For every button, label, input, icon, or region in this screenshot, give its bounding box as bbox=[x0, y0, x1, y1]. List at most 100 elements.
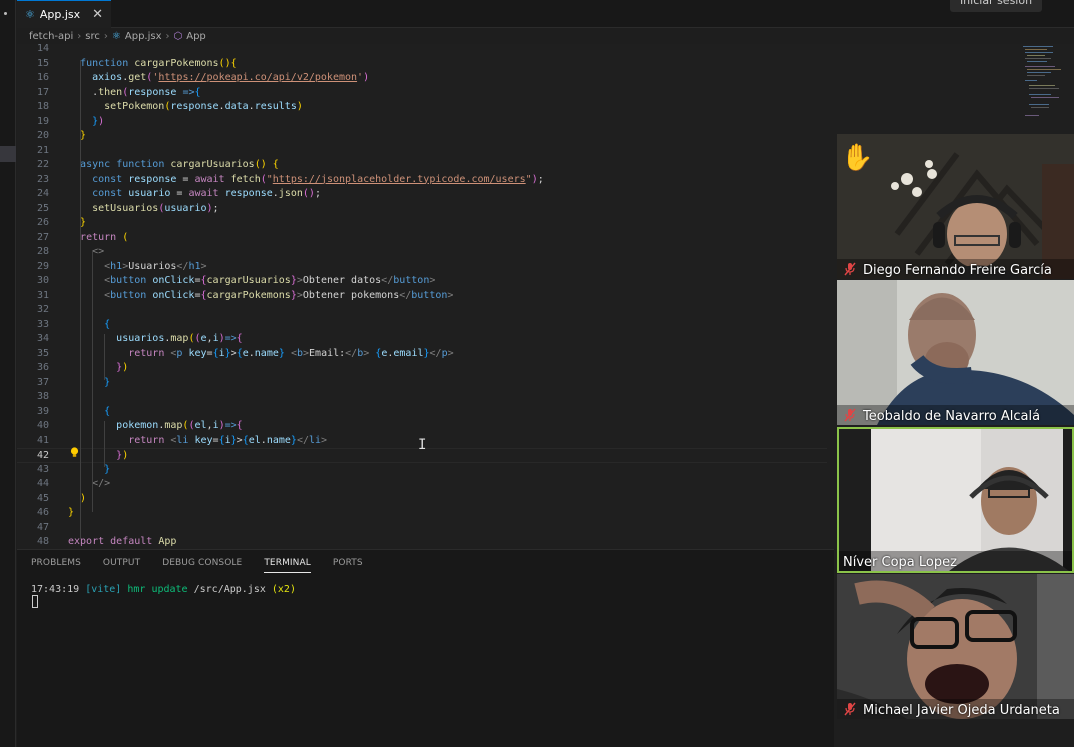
code-line[interactable]: 40 pokemon.map((el,i)=>{ bbox=[17, 419, 827, 434]
tab-terminal[interactable]: TERMINAL bbox=[264, 558, 311, 573]
code-line[interactable]: 27 return ( bbox=[17, 231, 827, 246]
breadcrumb-folder[interactable]: fetch-api bbox=[29, 31, 73, 42]
more-icon[interactable] bbox=[4, 12, 7, 15]
code-line[interactable]: 44 </> bbox=[17, 477, 827, 492]
terminal-count: (x2) bbox=[271, 584, 296, 595]
breadcrumb: fetch-api › src › ⚛ App.jsx › ⬡ App bbox=[17, 28, 834, 44]
code-line[interactable]: 38 bbox=[17, 390, 827, 405]
code-text: const response = await fetch("https://js… bbox=[92, 173, 544, 185]
code-line[interactable]: 29 <h1>Usuarios</h1> bbox=[17, 260, 827, 275]
code-text: <button onClick={cargarUsuarios}>Obtener… bbox=[104, 275, 436, 286]
code-line[interactable]: 37 } bbox=[17, 376, 827, 391]
code-text: { bbox=[104, 405, 111, 417]
mouse-cursor-icon: I bbox=[418, 437, 427, 453]
participant-tile[interactable]: Teobaldo de Navarro Alcalá bbox=[837, 280, 1074, 425]
terminal-event: hmr update bbox=[127, 584, 188, 595]
terminal-output[interactable]: 17:43:19 [vite] hmr update /src/App.jsx … bbox=[31, 583, 296, 596]
code-line[interactable]: 45 ) bbox=[17, 492, 827, 507]
line-number: 35 bbox=[36, 347, 49, 359]
line-number: 31 bbox=[36, 289, 49, 301]
sign-in-button[interactable]: Iniciar sesión bbox=[950, 0, 1042, 12]
tab-problems[interactable]: PROBLEMS bbox=[31, 558, 81, 573]
code-line[interactable]: 33 { bbox=[17, 318, 827, 333]
code-text: async function cargarUsuarios() { bbox=[80, 159, 279, 170]
code-line[interactable]: 47 bbox=[17, 521, 827, 536]
code-line[interactable]: 30 <button onClick={cargarUsuarios}>Obte… bbox=[17, 274, 827, 289]
code-text: <h1>Usuarios</h1> bbox=[104, 260, 207, 272]
line-number: 29 bbox=[36, 260, 49, 272]
terminal-cursor bbox=[32, 595, 38, 608]
code-text: function cargarPokemons(){ bbox=[80, 57, 237, 69]
code-line[interactable]: 34 usuarios.map((e,i)=>{ bbox=[17, 332, 827, 347]
code-line[interactable]: 24 const usuario = await response.json()… bbox=[17, 187, 827, 202]
line-number: 47 bbox=[36, 521, 49, 533]
code-line[interactable]: 18 setPokemon(response.data.results) bbox=[17, 100, 827, 115]
chevron-right-icon: › bbox=[77, 30, 82, 42]
code-line[interactable]: 20 } bbox=[17, 129, 827, 144]
code-line[interactable]: 16 axios.get('https://pokeapi.co/api/v2/… bbox=[17, 71, 827, 86]
line-number: 22 bbox=[36, 159, 49, 170]
chevron-right-icon: › bbox=[165, 30, 170, 42]
close-icon[interactable]: ✕ bbox=[92, 7, 103, 22]
code-line[interactable]: 22 async function cargarUsuarios() { bbox=[17, 158, 827, 173]
code-text: return ( bbox=[80, 231, 129, 243]
code-line[interactable]: 35 return <p key={i}>{e.name} <b>Email:<… bbox=[17, 347, 827, 362]
participant-tile[interactable]: Michael Javier Ojeda Urdaneta bbox=[837, 574, 1074, 719]
react-file-icon: ⚛ bbox=[111, 30, 121, 42]
code-text: .then(response =>{ bbox=[68, 86, 201, 98]
line-number: 44 bbox=[36, 478, 49, 489]
code-line[interactable]: 25 setUsuarios(usuario); bbox=[17, 202, 827, 217]
lightbulb-icon[interactable] bbox=[70, 447, 79, 458]
code-line[interactable]: 15 function cargarPokemons(){ bbox=[17, 57, 827, 72]
tab-debug-console[interactable]: DEBUG CONSOLE bbox=[162, 558, 242, 573]
line-number: 38 bbox=[36, 391, 49, 402]
line-number: 46 bbox=[36, 507, 49, 518]
code-text: usuarios.map((e,i)=>{ bbox=[116, 333, 243, 344]
code-text: </> bbox=[92, 478, 111, 489]
line-number: 39 bbox=[36, 405, 49, 417]
participant-video: ✋ bbox=[837, 134, 1074, 279]
code-line[interactable]: 19 }) bbox=[17, 115, 827, 130]
line-number: 36 bbox=[36, 362, 49, 373]
code-line[interactable]: 28 <> bbox=[17, 245, 827, 260]
breadcrumb-symbol[interactable]: App bbox=[186, 31, 206, 42]
line-number: 34 bbox=[36, 333, 49, 344]
chevron-right-icon: › bbox=[103, 30, 108, 42]
participant-tile-speaking[interactable]: Níver Copa Lopez bbox=[837, 427, 1074, 573]
code-line[interactable]: 36 }) bbox=[17, 361, 827, 376]
code-line[interactable]: 14 bbox=[17, 44, 827, 57]
code-line[interactable]: 23 const response = await fetch("https:/… bbox=[17, 173, 827, 188]
code-line[interactable]: 43 } bbox=[17, 463, 827, 478]
breadcrumb-folder[interactable]: src bbox=[85, 31, 100, 42]
code-text: <button onClick={cargarPokemons}>Obtener… bbox=[104, 289, 454, 301]
participant-tile[interactable]: ✋ Diego Fernando Freire García bbox=[837, 134, 1074, 279]
indent-guide bbox=[80, 60, 81, 539]
line-number: 25 bbox=[36, 202, 49, 214]
mic-off-icon bbox=[844, 408, 856, 422]
participant-video bbox=[839, 429, 1072, 571]
react-file-icon: ⚛ bbox=[25, 8, 35, 21]
code-line[interactable]: 32 bbox=[17, 303, 827, 318]
tab-app-jsx[interactable]: ⚛ App.jsx ✕ bbox=[17, 0, 111, 28]
activity-bar bbox=[0, 0, 16, 747]
line-number: 37 bbox=[36, 376, 49, 388]
line-number: 19 bbox=[36, 115, 49, 127]
code-line[interactable]: 48 export default App bbox=[17, 535, 827, 549]
tab-output[interactable]: OUTPUT bbox=[103, 558, 140, 573]
code-text: pokemon.map((el,i)=>{ bbox=[116, 420, 243, 431]
code-line[interactable]: 31 <button onClick={cargarPokemons}>Obte… bbox=[17, 289, 827, 304]
tab-ports[interactable]: PORTS bbox=[333, 558, 363, 573]
line-number: 40 bbox=[36, 420, 49, 431]
activity-item-selected[interactable] bbox=[0, 146, 16, 162]
code-text: return <li key={i}>{el.name}</li> bbox=[128, 434, 328, 446]
participant-name: Michael Javier Ojeda Urdaneta bbox=[863, 703, 1060, 718]
code-line[interactable]: 39 { bbox=[17, 405, 827, 420]
code-line[interactable]: 46} bbox=[17, 506, 827, 521]
code-line[interactable]: 26 } bbox=[17, 216, 827, 231]
breadcrumb-file[interactable]: App.jsx bbox=[125, 31, 162, 42]
minimap[interactable] bbox=[1023, 44, 1067, 124]
code-line[interactable]: 17 .then(response =>{ bbox=[17, 86, 827, 101]
code-line[interactable]: 21 bbox=[17, 144, 827, 159]
code-text: axios.get('https://pokeapi.co/api/v2/pok… bbox=[92, 72, 370, 83]
terminal-path: /src/App.jsx bbox=[193, 584, 266, 595]
